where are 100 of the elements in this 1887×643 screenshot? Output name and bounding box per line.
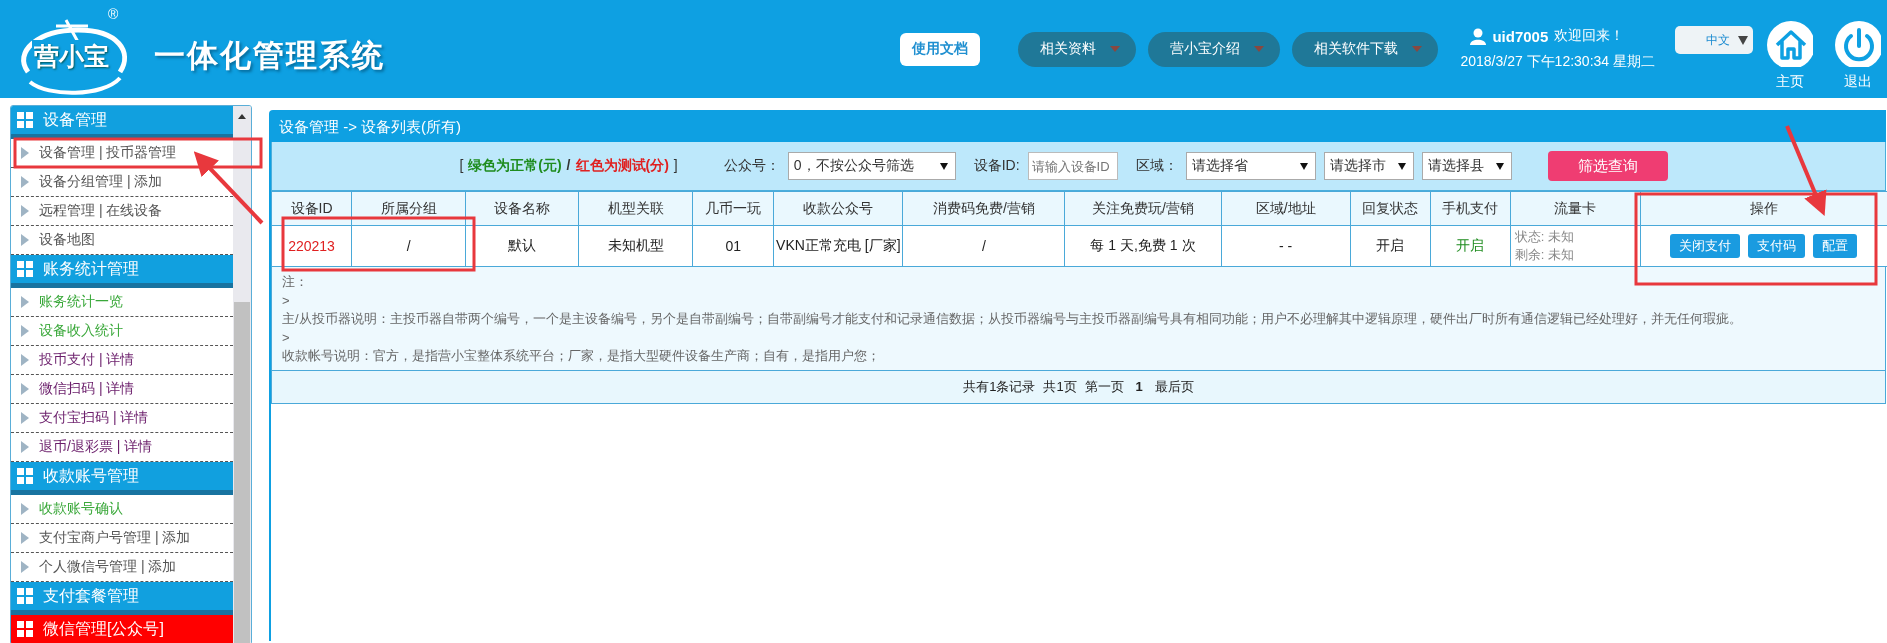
scroll-up-icon[interactable] <box>238 114 246 119</box>
pagination-link[interactable]: 第一页 <box>1084 377 1124 396</box>
section-title: 账务统计管理 <box>43 258 139 279</box>
caret-icon <box>1254 46 1265 52</box>
menu-item[interactable]: 支付宝扫码 | 详情 <box>39 409 149 427</box>
section-title: 设备管理 <box>43 109 107 130</box>
column-header: 区域/地址 <box>1221 191 1351 226</box>
caret-icon <box>1495 162 1504 170</box>
datetime: 2018/3/27 下午12:30:34 星期二 <box>1460 53 1655 71</box>
site-title: 一体化管理系统 <box>154 37 385 75</box>
menu-item[interactable]: 远程管理 | 在线设备 <box>39 202 163 220</box>
section-title: 支付套餐管理 <box>43 585 139 606</box>
legend-text: 红色为测试(分) <box>575 157 669 175</box>
menu-item[interactable]: 设备管理 | 投币器管理 <box>39 144 177 162</box>
menu-item[interactable]: 个人微信号管理 | 添加 <box>39 558 177 576</box>
menu-item[interactable]: 支付宝商户号管理 | 添加 <box>39 529 191 547</box>
table-cell: 未知机型 <box>578 225 693 267</box>
grid-icon <box>17 621 33 637</box>
legend-text: 绿色为正常(元) <box>468 157 562 175</box>
column-header: 收款公众号 <box>773 191 903 226</box>
section-title: 微信管理[公众号] <box>43 618 164 639</box>
triangle-icon <box>21 412 29 424</box>
column-header: 消费码免费/营销 <box>902 191 1065 226</box>
docs-button[interactable]: 使用文档 <box>900 32 981 66</box>
welcome-text: 欢迎回来！ <box>1554 27 1625 45</box>
legend-text: [ <box>459 157 464 175</box>
status-text: 剩余: 未知 <box>1514 246 1575 264</box>
filter-label: 设备ID: <box>973 157 1020 175</box>
power-icon <box>1835 21 1881 67</box>
registered-mark: ® <box>108 6 119 22</box>
filter-label: 区域： <box>1135 157 1178 175</box>
dropdown-caret-icon <box>1738 35 1748 45</box>
section-title: 收款账号管理 <box>43 465 139 486</box>
column-header: 回复状态 <box>1350 191 1431 226</box>
caret-icon <box>1412 46 1423 52</box>
menu-dropdown[interactable]: 相关软件下载 <box>1292 31 1439 67</box>
language-select[interactable]: 中文 <box>1675 26 1753 54</box>
column-header: 手机支付 <box>1430 191 1511 226</box>
current-page[interactable]: 1 <box>1135 379 1143 394</box>
caret-icon <box>1110 46 1121 52</box>
note-text: 主/从投币器说明：主投币器自带两个编号，一个是主设备编号，另个是自带副编号；自带副编号才能支付和记录通信数据；从投币器编号与主投币器副编号具有相同功能；用户不必理解其中逻辑原理，硬件出厂时所有通信逻辑已经处理好，并无任何瑕疵。 <box>282 310 1743 328</box>
menu-dropdown[interactable]: 相关资料 <box>1018 31 1137 67</box>
column-header: 关注免费玩/营销 <box>1064 191 1222 226</box>
triangle-icon <box>21 561 29 573</box>
search-button[interactable]: 筛选查询 <box>1547 151 1668 181</box>
scroll-thumb[interactable] <box>234 302 250 643</box>
dropdown[interactable]: 请选择县 <box>1421 152 1512 180</box>
table-cell: 01 <box>692 225 774 267</box>
table-cell: / <box>351 225 466 267</box>
triangle-icon <box>21 147 29 159</box>
note-text: > <box>282 291 291 310</box>
column-header: 流量卡 <box>1510 191 1641 226</box>
table-cell: 开启 <box>1350 225 1431 267</box>
menu-item[interactable]: 设备分组管理 | 添加 <box>39 173 163 191</box>
grid-icon <box>17 588 33 604</box>
menu-section-header[interactable]: 微信管理[公众号] <box>11 615 233 643</box>
triangle-icon <box>21 354 29 366</box>
table-cell: VKN正常充电 [厂家] <box>773 225 903 267</box>
menu-item[interactable]: 微信扫码 | 详情 <box>39 380 135 398</box>
dropdown[interactable]: 请选择市 <box>1323 152 1414 180</box>
username: uid7005 <box>1492 27 1549 45</box>
table-cell: 开启 <box>1430 225 1511 267</box>
note-text: 注： <box>282 273 309 291</box>
caret-icon <box>1299 162 1308 170</box>
menu-item[interactable]: 投币支付 | 详情 <box>39 351 135 369</box>
menu-item[interactable]: 设备地图 <box>39 231 95 249</box>
legend-text: / <box>566 157 571 175</box>
caret-icon <box>939 162 948 170</box>
triangle-icon <box>21 441 29 453</box>
grid-icon <box>17 112 33 128</box>
table-cell: 默认 <box>465 225 579 267</box>
dropdown[interactable]: 0，不按公众号筛选 <box>787 152 956 180</box>
note-text: 收款帐号说明：官方，是指营小宝整体系统平台；厂家，是指大型硬件设备生产商；自有，是指用户您； <box>282 347 881 365</box>
triangle-icon <box>21 503 29 515</box>
user-icon <box>1470 27 1487 45</box>
column-header: 机型关联 <box>578 191 693 226</box>
legend-text: ] <box>673 157 678 175</box>
dropdown[interactable]: 请选择省 <box>1185 152 1316 180</box>
menu-item[interactable]: 退币/退彩票 | 详情 <box>39 438 153 456</box>
triangle-icon <box>21 383 29 395</box>
scrollbar[interactable] <box>233 106 251 643</box>
table-cell: 每 1 天,免费 1 次 <box>1064 225 1222 267</box>
triangle-icon <box>21 532 29 544</box>
breadcrumb: 设备管理 -> 设备列表(所有) <box>271 112 1886 142</box>
triangle-icon <box>21 176 29 188</box>
column-header: 设备名称 <box>465 191 579 226</box>
pagination-link[interactable]: 共有1条记录 <box>963 377 1036 396</box>
menu-dropdown[interactable]: 营小宝介绍 <box>1148 31 1281 67</box>
device-id-field[interactable]: 请输入设备ID <box>1027 152 1118 180</box>
pagination-link[interactable]: 共1页 <box>1043 377 1077 396</box>
table-cell: - - <box>1221 225 1351 267</box>
pagination-link[interactable]: 最后页 <box>1154 377 1194 396</box>
column-header: 几币一玩 <box>692 191 774 226</box>
caret-icon <box>1397 162 1406 170</box>
filter-label: 公众号： <box>723 157 780 175</box>
table-cell: 220213 <box>271 225 352 267</box>
home-icon <box>1767 21 1813 67</box>
triangle-icon <box>21 234 29 246</box>
table-cell: / <box>902 225 1065 267</box>
note-text: > <box>282 328 291 347</box>
